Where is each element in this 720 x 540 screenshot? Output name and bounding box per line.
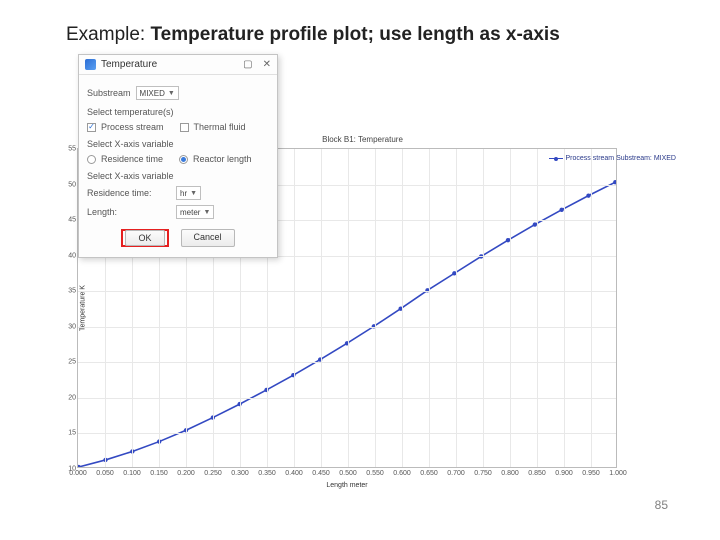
length-unit-label: Length:: [87, 207, 171, 217]
cancel-button[interactable]: Cancel: [181, 229, 235, 247]
close-icon[interactable]: ✕: [263, 59, 271, 70]
ok-button[interactable]: OK: [125, 230, 164, 246]
residence-time-radio[interactable]: [87, 155, 96, 164]
x-tick: 0.950: [582, 470, 600, 477]
substream-value: MIXED: [140, 89, 165, 98]
reactor-length-radio-label: Reactor length: [193, 154, 252, 164]
x-tick: 0.850: [528, 470, 546, 477]
y-tick: 35: [62, 288, 76, 295]
dialog-title: Temperature: [101, 59, 157, 70]
x-tick: 0.200: [177, 470, 195, 477]
select-x-axis-header: Select X-axis variable: [87, 139, 269, 149]
slide-title-prefix: Example:: [66, 24, 150, 45]
chevron-down-icon: ▼: [203, 209, 210, 216]
length-unit-select[interactable]: meter ▼: [176, 205, 214, 219]
y-tick: 20: [62, 394, 76, 401]
substream-select[interactable]: MIXED ▼: [136, 86, 179, 100]
chevron-down-icon: ▼: [190, 190, 197, 197]
x-tick: 0.100: [123, 470, 141, 477]
y-tick: 15: [62, 430, 76, 437]
slide-title: Example: Temperature profile plot; use l…: [66, 24, 560, 46]
x-tick: 0.500: [339, 470, 357, 477]
select-x-variable-header: Select X-axis variable: [87, 171, 269, 181]
y-tick: 30: [62, 323, 76, 330]
x-tick: 0.400: [285, 470, 303, 477]
y-tick: 45: [62, 217, 76, 224]
y-tick: 55: [62, 146, 76, 153]
residence-time-unit-label: Residence time:: [87, 188, 171, 198]
temperature-dialog: Temperature ▢ ✕ Substream MIXED ▼ Select…: [78, 54, 278, 258]
x-tick: 0.900: [555, 470, 573, 477]
residence-time-unit-value: hr: [180, 189, 187, 198]
y-tick: 40: [62, 252, 76, 259]
substream-label: Substream: [87, 88, 131, 98]
minimize-icon[interactable]: ▢: [243, 59, 252, 70]
x-tick: 1.000: [609, 470, 627, 477]
y-tick: 50: [62, 181, 76, 188]
y-tick: 25: [62, 359, 76, 366]
x-tick: 0.600: [393, 470, 411, 477]
x-tick: 0.650: [420, 470, 438, 477]
x-tick: 0.350: [258, 470, 276, 477]
y-tick: 10: [62, 466, 76, 473]
chevron-down-icon: ▼: [168, 90, 175, 97]
x-tick: 0.300: [231, 470, 249, 477]
x-tick: 0.550: [366, 470, 384, 477]
app-icon: [85, 59, 96, 70]
dialog-titlebar: Temperature ▢ ✕: [79, 55, 277, 75]
reactor-length-radio[interactable]: [179, 155, 188, 164]
residence-time-radio-label: Residence time: [101, 154, 163, 164]
x-tick: 0.050: [96, 470, 114, 477]
ok-button-highlight: OK: [121, 229, 168, 247]
select-temperatures-header: Select temperature(s): [87, 107, 269, 117]
x-tick: 0.750: [474, 470, 492, 477]
process-stream-checkbox[interactable]: ✓: [87, 123, 96, 132]
length-unit-value: meter: [180, 208, 200, 217]
page-number: 85: [655, 498, 668, 512]
x-tick: 0.250: [204, 470, 222, 477]
x-tick: 0.700: [447, 470, 465, 477]
x-tick: 0.450: [312, 470, 330, 477]
thermal-fluid-checkbox[interactable]: [180, 123, 189, 132]
process-stream-label: Process stream: [101, 122, 164, 132]
thermal-fluid-label: Thermal fluid: [194, 122, 246, 132]
slide-title-bold: Temperature profile plot; use length as …: [150, 24, 559, 45]
x-axis-label: Length meter: [326, 482, 367, 489]
x-tick: 0.150: [150, 470, 168, 477]
x-tick: 0.800: [501, 470, 519, 477]
residence-time-unit-select[interactable]: hr ▼: [176, 186, 201, 200]
dialog-body: Substream MIXED ▼ Select temperature(s) …: [79, 75, 277, 257]
